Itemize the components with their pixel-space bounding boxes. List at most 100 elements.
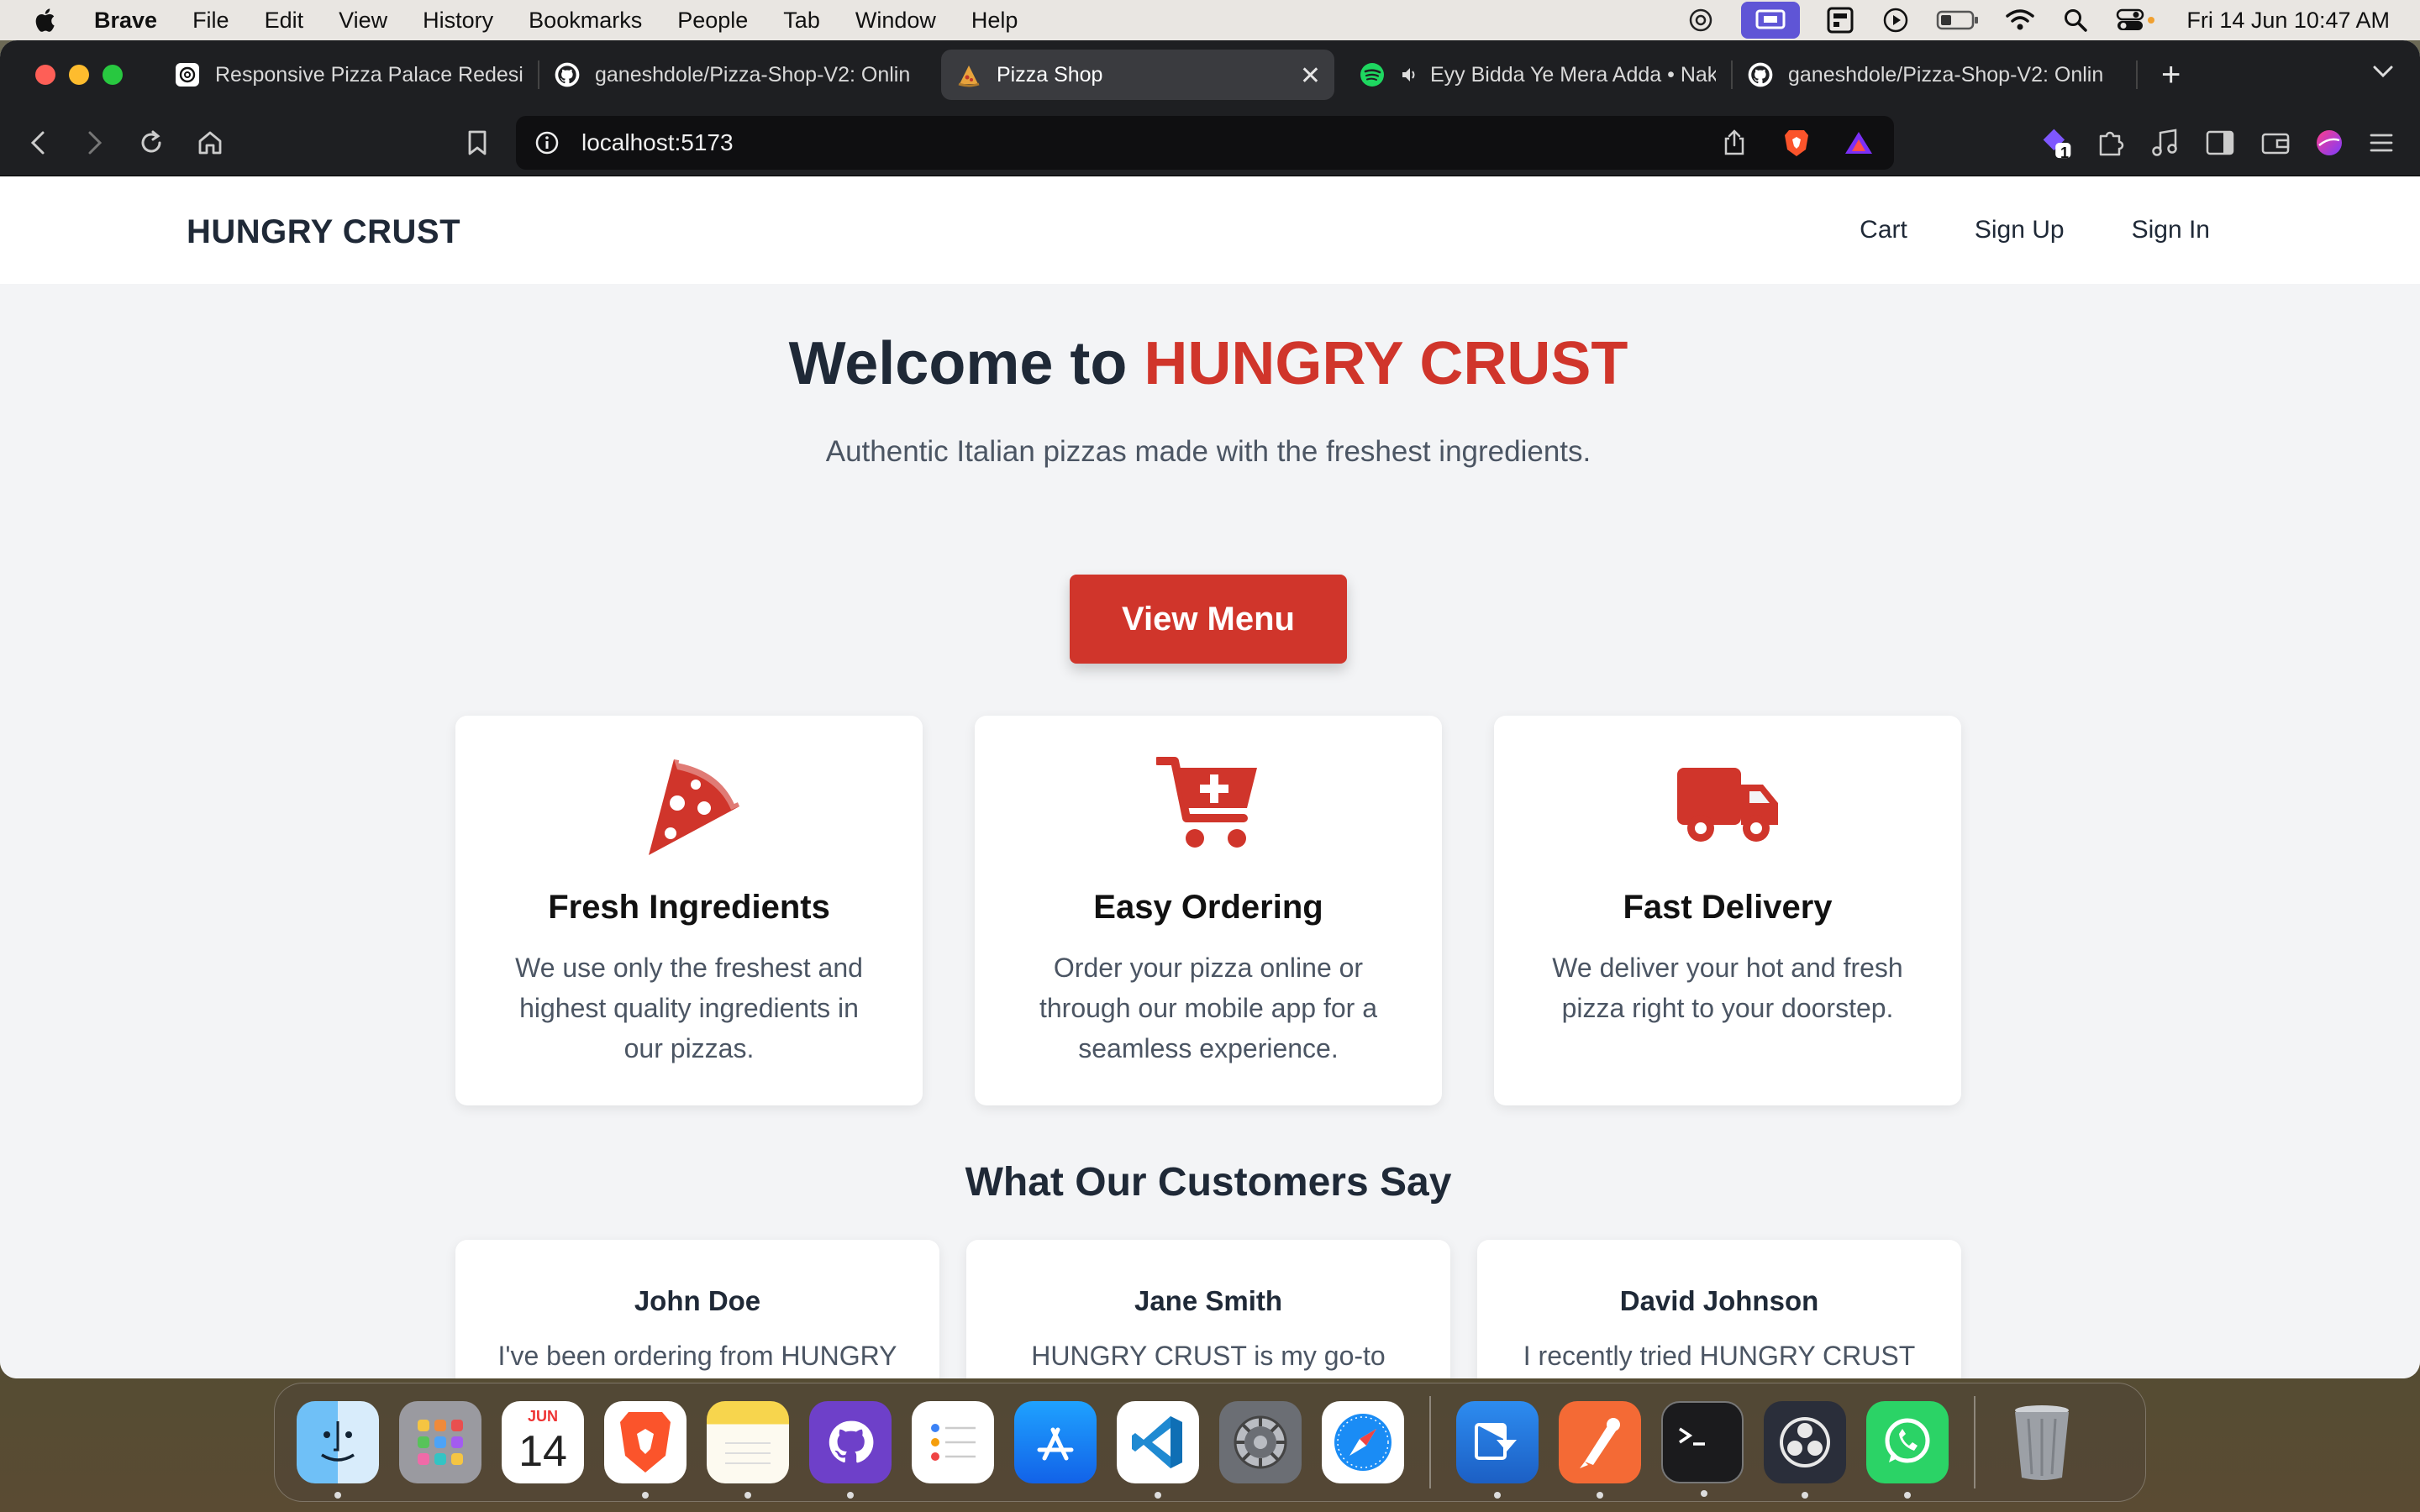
safari-icon[interactable] <box>1322 1401 1404 1483</box>
extensions-puzzle-icon[interactable] <box>2094 126 2128 160</box>
launchpad-icon[interactable] <box>399 1401 481 1483</box>
spotlight-search-icon[interactable] <box>2060 5 2091 35</box>
menu-people[interactable]: People <box>677 8 748 34</box>
vscode-icon[interactable] <box>1117 1401 1199 1499</box>
running-indicator <box>334 1492 341 1499</box>
screen-recorder-icon[interactable] <box>1456 1401 1539 1499</box>
nav-sign-in-link[interactable]: Sign In <box>2132 216 2210 244</box>
speaker-icon[interactable] <box>1400 62 1420 87</box>
menu-history[interactable]: History <box>423 8 493 34</box>
whatsapp-icon[interactable] <box>1866 1401 1949 1499</box>
control-center-icon[interactable] <box>2116 5 2156 35</box>
hero-title-brand: HUNGRY CRUST <box>1144 330 1628 397</box>
feature-title: Fast Delivery <box>1623 889 1833 926</box>
site-logo[interactable]: HUNGRY CRUST <box>187 213 460 251</box>
brave-wallet-extension-icon[interactable]: 1 <box>2040 126 2074 161</box>
menu-view[interactable]: View <box>339 8 387 34</box>
tab-title: ganeshdole/Pizza-Shop-V2: Onlin <box>1788 62 2104 87</box>
hamburger-menu-icon[interactable] <box>2365 126 2398 160</box>
finder-icon[interactable] <box>297 1401 379 1499</box>
testimonial-text: I've been ordering from HUNGRY CRUST for… <box>497 1341 897 1371</box>
tab-github-pizza-shop[interactable]: ganeshdole/Pizza-Shop-V2: Onlin <box>539 50 933 100</box>
site-info-icon[interactable] <box>534 130 560 155</box>
openai-status-icon[interactable] <box>1686 5 1716 35</box>
brave-shields-icon[interactable] <box>1780 126 1813 160</box>
new-tab-button[interactable]: + <box>2161 56 2181 94</box>
running-indicator <box>1904 1492 1911 1499</box>
wallet-icon[interactable] <box>2259 126 2292 160</box>
tab-pizza-shop[interactable]: Pizza Shop ✕ <box>941 50 1334 100</box>
github-desktop-icon[interactable] <box>809 1401 892 1499</box>
profile-avatar-icon[interactable] <box>2312 126 2346 160</box>
sidebar-toggle-icon[interactable] <box>2203 126 2237 160</box>
obs-studio-icon[interactable] <box>1764 1401 1846 1499</box>
testimonial-text: I recently tried HUNGRY CRUST for the fi… <box>1523 1341 1916 1371</box>
menu-bookmarks[interactable]: Bookmarks <box>529 8 642 34</box>
close-tab-icon[interactable]: ✕ <box>1300 61 1321 91</box>
menu-edit[interactable]: Edit <box>265 8 304 34</box>
menu-window[interactable]: Window <box>855 8 936 34</box>
back-icon[interactable] <box>22 126 55 160</box>
site-nav: Cart Sign Up Sign In <box>1792 216 2210 244</box>
brave-browser-icon[interactable] <box>604 1401 687 1499</box>
reminders-icon[interactable] <box>912 1401 994 1483</box>
feature-text: Order your pizza online or through our m… <box>1039 953 1378 1063</box>
menu-file[interactable]: File <box>192 8 229 34</box>
hero-title-prefix: Welcome to <box>788 330 1144 397</box>
spotify-icon <box>1360 62 1385 87</box>
home-icon[interactable] <box>193 126 227 160</box>
menu-help[interactable]: Help <box>971 8 1018 34</box>
wifi-icon[interactable] <box>2005 5 2035 35</box>
play-icon[interactable] <box>1881 5 1911 35</box>
running-indicator <box>1701 1490 1707 1497</box>
minimize-window-button[interactable] <box>69 65 89 85</box>
system-settings-icon[interactable] <box>1219 1401 1302 1483</box>
running-indicator <box>1494 1492 1501 1499</box>
reload-icon[interactable] <box>134 126 168 160</box>
address-bar[interactable]: localhost:5173 <box>516 116 1894 170</box>
url-text[interactable]: localhost:5173 <box>581 129 734 156</box>
menu-app-name[interactable]: Brave <box>94 8 157 34</box>
menu-clock[interactable]: Fri 14 Jun 10:47 AM <box>2186 8 2390 34</box>
close-window-button[interactable] <box>35 65 55 85</box>
app-store-icon[interactable] <box>1014 1401 1097 1483</box>
running-indicator <box>1802 1492 1808 1499</box>
tab-github-pizza-shop-2[interactable]: ganeshdole/Pizza-Shop-V2: Onlin <box>1733 50 2136 100</box>
tab-spotify-playing[interactable]: Eyy Bidda Ye Mera Adda • Nak <box>1344 50 1731 100</box>
feature-title: Fresh Ingredients <box>548 889 830 926</box>
cart-plus-icon <box>975 756 1442 857</box>
apple-icon[interactable] <box>32 6 60 34</box>
site-header: HUNGRY CRUST Cart Sign Up Sign In <box>0 176 2420 284</box>
window-controls <box>35 65 136 85</box>
tab-pizza-palace-redesign[interactable]: Responsive Pizza Palace Redesign <box>160 50 538 100</box>
running-indicator <box>642 1492 649 1499</box>
nav-sign-up-link[interactable]: Sign Up <box>1975 216 2065 244</box>
testimonial-card: David Johnson I recently tried HUNGRY CR… <box>1477 1240 1961 1378</box>
share-icon[interactable] <box>1718 126 1751 160</box>
screen-share-icon[interactable] <box>1741 2 1801 39</box>
browser-toolbar: localhost:5173 1 <box>0 109 2420 176</box>
feature-card-fresh-ingredients: Fresh Ingredients We use only the freshe… <box>455 716 923 1105</box>
battery-icon[interactable] <box>1936 5 1980 35</box>
tab-list-chevron-icon[interactable] <box>2371 59 2395 86</box>
terminal-icon[interactable] <box>1661 1401 1744 1497</box>
media-control-icon[interactable] <box>2148 126 2181 160</box>
calendar-icon[interactable]: JUN 14 <box>502 1401 584 1483</box>
notes-icon[interactable] <box>707 1401 789 1499</box>
hero-subtitle: Authentic Italian pizzas made with the f… <box>825 435 1591 468</box>
menu-tab[interactable]: Tab <box>783 8 820 34</box>
window-manager-icon[interactable] <box>1825 5 1855 35</box>
postman-icon[interactable] <box>1559 1401 1641 1499</box>
zoom-window-button[interactable] <box>103 65 123 85</box>
trash-icon[interactable] <box>2001 1401 2083 1483</box>
forward-icon[interactable] <box>77 126 111 160</box>
running-indicator <box>1597 1492 1603 1499</box>
macos-menu-bar: Brave File Edit View History Bookmarks P… <box>0 0 2420 40</box>
tab-title: Eyy Bidda Ye Mera Adda • Nak <box>1430 62 1716 87</box>
nav-cart-link[interactable]: Cart <box>1860 216 1907 244</box>
bookmark-icon[interactable] <box>460 126 494 160</box>
openai-icon <box>175 62 200 87</box>
view-menu-button[interactable]: View Menu <box>1070 575 1347 664</box>
brave-rewards-icon[interactable] <box>1842 126 1876 160</box>
browser-window: Responsive Pizza Palace Redesign ganeshd… <box>0 40 2420 1378</box>
